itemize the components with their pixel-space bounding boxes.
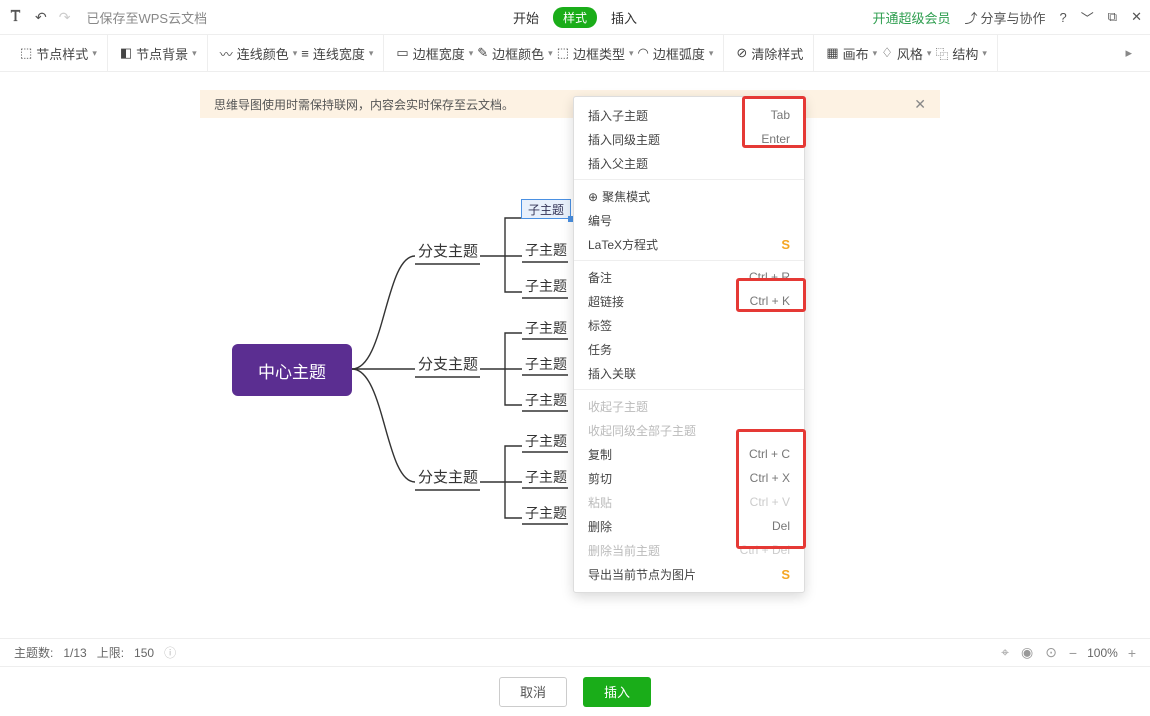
window-close-icon[interactable]: ✕ [1131, 9, 1142, 25]
window-pop-icon[interactable]: ⧉ [1108, 9, 1117, 25]
bottom-bar: 取消 插入 [0, 666, 1150, 716]
ctx-note[interactable]: 备注Ctrl + R [574, 265, 804, 289]
ctx-tag[interactable]: 标签 [574, 313, 804, 337]
structure-button[interactable]: ⿻ 结构▾ [935, 44, 987, 63]
topic-limit-value: 150 [134, 646, 154, 660]
ctx-copy[interactable]: 复制Ctrl + C [574, 442, 804, 466]
share-link[interactable]: ⤴分享与协作 [965, 8, 1046, 27]
tab-style[interactable]: 样式 [553, 7, 597, 28]
branch-node[interactable]: 分支主题 [418, 240, 478, 261]
border-arc-button[interactable]: ◠ 边框弧度▾ [638, 44, 714, 63]
context-menu: 插入子主题Tab 插入同级主题Enter 插入父主题 ⊕聚焦模式 编号 LaTe… [573, 96, 805, 593]
ctx-insert-child[interactable]: 插入子主题Tab [574, 103, 804, 127]
canvas-button[interactable]: ▦ 画布▾ [826, 44, 877, 63]
ctx-export[interactable]: 导出当前节点为图片S [574, 562, 804, 586]
vip-coin-icon: S [781, 237, 790, 252]
toolbar-more-icon[interactable]: ▸ [1117, 45, 1140, 61]
border-width-button[interactable]: ▭ 边框宽度▾ [396, 44, 473, 63]
topic-count-value: 1/13 [63, 646, 86, 660]
ctx-relation[interactable]: 插入关联 [574, 361, 804, 385]
sub-node[interactable]: 子主题 [525, 240, 567, 260]
format-icon[interactable] [8, 8, 23, 26]
node-style-button[interactable]: ⬚ 节点样式▾ [20, 44, 97, 63]
border-color-button[interactable]: ✎ 边框颜色▾ [477, 44, 552, 63]
zoom-in-button[interactable]: + [1128, 645, 1136, 661]
sub-node[interactable]: 子主题 [525, 503, 567, 523]
help-icon[interactable]: ? [1060, 10, 1067, 25]
style-template-button[interactable]: ♢ 风格▾ [881, 44, 931, 63]
sub-node[interactable]: 子主题 [525, 276, 567, 296]
clear-style-button[interactable]: ⊘ 清除样式 [736, 44, 803, 63]
sub-node[interactable]: 子主题 [525, 354, 567, 374]
ctx-insert-sibling[interactable]: 插入同级主题Enter [574, 127, 804, 151]
center-node[interactable]: 中心主题 [232, 344, 352, 396]
selected-sub-node[interactable]: 子主题 [521, 199, 571, 219]
ctx-paste: 粘贴Ctrl + V [574, 490, 804, 514]
redo-icon[interactable]: ↷ [59, 9, 71, 26]
undo-icon[interactable]: ↶ [35, 9, 47, 26]
ctx-delete[interactable]: 删除Del [574, 514, 804, 538]
branch-node[interactable]: 分支主题 [418, 466, 478, 487]
window-min-icon[interactable]: ﹀ [1081, 8, 1094, 27]
ctx-cut[interactable]: 剪切Ctrl + X [574, 466, 804, 490]
ctx-insert-parent[interactable]: 插入父主题 [574, 151, 804, 175]
insert-button[interactable]: 插入 [583, 677, 651, 707]
top-bar: ↶ ↷ 已保存至WPS云文档 开始 样式 插入 开通超级会员 ⤴分享与协作 ? … [0, 0, 1150, 34]
ctx-link[interactable]: 超链接Ctrl + K [574, 289, 804, 313]
info-icon[interactable]: ⓘ [164, 644, 176, 661]
status-bar: 主题数: 1/13 上限: 150 ⓘ ⌖ ◉ ⊙ − 100% + [0, 638, 1150, 666]
eye-icon[interactable]: ◉ [1021, 644, 1033, 661]
zoom-out-button[interactable]: − [1069, 645, 1077, 661]
line-color-button[interactable]: 〰 连线颜色▾ [220, 44, 298, 63]
ctx-delete-current: 删除当前主题Ctrl + Del [574, 538, 804, 562]
ctx-latex[interactable]: LaTeX方程式S [574, 232, 804, 256]
ctx-number[interactable]: 编号 [574, 208, 804, 232]
target-icon[interactable]: ⊙ [1045, 644, 1057, 661]
node-bg-button[interactable]: ◧ 节点背景▾ [120, 44, 197, 63]
tab-insert[interactable]: 插入 [611, 8, 637, 27]
sub-node[interactable]: 子主题 [525, 318, 567, 338]
zoom-value: 100% [1087, 646, 1118, 660]
line-width-button[interactable]: ≡ 连线宽度▾ [301, 44, 373, 63]
style-toolbar: ⬚ 节点样式▾ ◧ 节点背景▾ 〰 连线颜色▾ ≡ 连线宽度▾ ▭ 边框宽度▾ … [0, 34, 1150, 72]
topic-limit-label: 上限: [97, 644, 124, 661]
ctx-task[interactable]: 任务 [574, 337, 804, 361]
vip-link[interactable]: 开通超级会员 [873, 8, 951, 27]
sub-node[interactable]: 子主题 [525, 431, 567, 451]
cancel-button[interactable]: 取消 [499, 677, 567, 707]
ctx-collapse-all-sib: 收起同级全部子主题 [574, 418, 804, 442]
save-status: 已保存至WPS云文档 [86, 8, 207, 27]
border-type-button[interactable]: ⬚ 边框类型▾ [557, 44, 634, 63]
ctx-collapse-child: 收起子主题 [574, 394, 804, 418]
ctx-focus[interactable]: ⊕聚焦模式 [574, 184, 804, 208]
camera-icon[interactable]: ⌖ [1001, 644, 1009, 661]
vip-coin-icon: S [781, 567, 790, 582]
sub-node[interactable]: 子主题 [525, 467, 567, 487]
tab-start[interactable]: 开始 [513, 8, 539, 27]
sub-node[interactable]: 子主题 [525, 390, 567, 410]
branch-node[interactable]: 分支主题 [418, 353, 478, 374]
topic-count-label: 主题数: [14, 644, 53, 661]
